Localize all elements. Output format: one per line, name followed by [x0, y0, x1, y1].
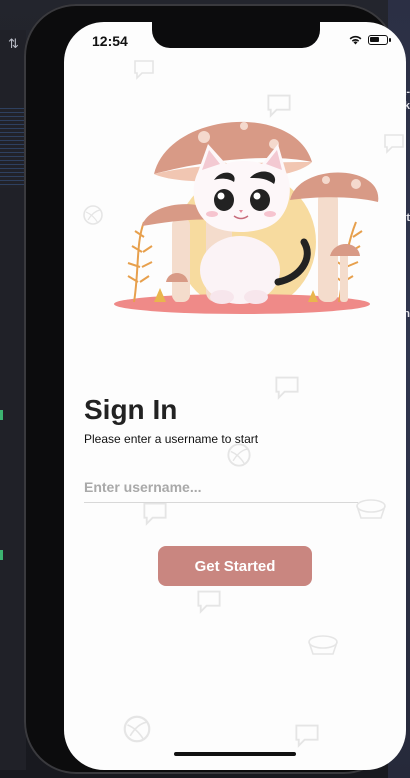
cat-mushroom-illustration	[114, 121, 379, 314]
chat-bubble-icon	[134, 60, 154, 80]
chat-bubble-icon	[295, 724, 319, 748]
get-started-button[interactable]: Get Started	[158, 546, 312, 586]
yarn-ball-icon	[123, 715, 151, 743]
gutter-marker	[0, 550, 3, 560]
source-control-icon[interactable]: ⇅	[8, 36, 19, 52]
chat-bubble-icon	[384, 134, 404, 154]
app-screen: 12:54 Sign In Please enter a username to…	[64, 22, 406, 770]
page-subtitle: Please enter a username to start	[84, 432, 259, 446]
cat-bowl-icon	[308, 635, 338, 655]
cat-bowl-icon	[356, 499, 386, 519]
status-bar-icons	[348, 34, 391, 45]
gutter-marker	[0, 410, 3, 420]
wifi-icon	[349, 35, 362, 45]
device-notch	[152, 22, 320, 48]
editor-sidebar: ⇅	[0, 30, 26, 770]
page-title: Sign In	[84, 394, 178, 425]
battery-icon	[368, 34, 391, 45]
status-bar-time: 12:54	[92, 33, 128, 49]
code-minimap	[0, 108, 26, 188]
chat-bubble-icon	[275, 376, 299, 400]
username-input[interactable]	[84, 472, 358, 503]
chat-bubble-icon	[197, 590, 221, 614]
home-indicator[interactable]	[174, 752, 296, 756]
chat-bubble-icon	[143, 502, 167, 526]
phone-simulator-frame: 12:54 Sign In Please enter a username to…	[24, 4, 406, 774]
